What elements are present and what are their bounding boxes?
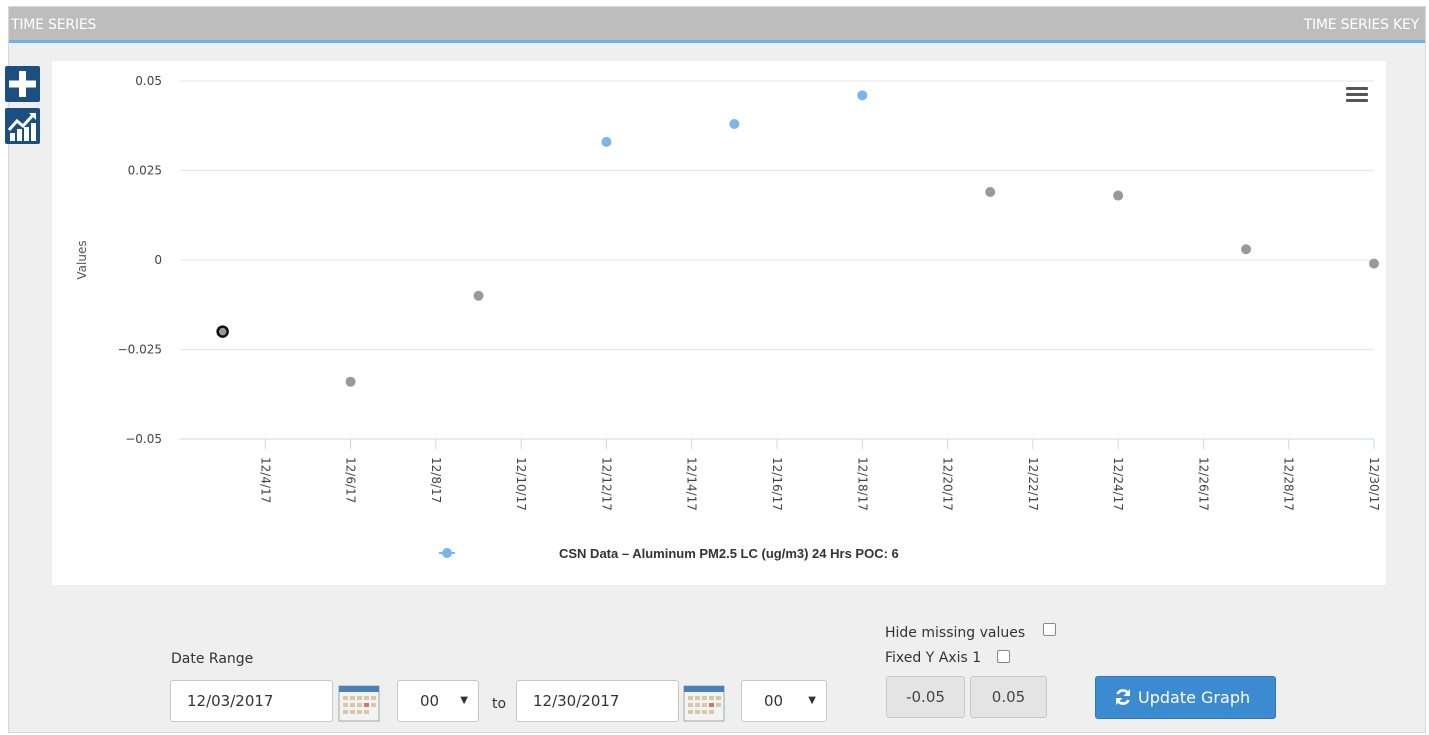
hide-missing-label: Hide missing values	[885, 625, 1026, 641]
panel-header: TIME SERIES TIME SERIES KEY	[9, 7, 1425, 43]
y-tick-label: −0.05	[125, 432, 162, 446]
chart-options-button[interactable]	[5, 108, 40, 144]
data-point	[473, 290, 484, 301]
x-tick-label: 12/22/17	[1026, 457, 1040, 511]
start-hour-select[interactable]: 00 ▼	[397, 680, 479, 722]
y-tick-label: 0.05	[135, 74, 162, 88]
data-point	[1369, 258, 1379, 269]
legend-label: CSN Data – Aluminum PM2.5 LC (ug/m3) 24 …	[559, 546, 899, 561]
x-tick-label: 12/26/17	[1196, 457, 1210, 511]
x-tick-label: 12/16/17	[770, 457, 784, 511]
data-point	[729, 118, 740, 129]
plus-icon	[9, 71, 36, 97]
to-label: to	[492, 696, 507, 712]
start-calendar-icon[interactable]	[338, 685, 380, 722]
date-range-label: Date Range	[171, 651, 254, 667]
update-graph-label: Update Graph	[1138, 688, 1251, 707]
y-tick-label: 0.025	[128, 164, 162, 178]
end-hour-select[interactable]: 00 ▼	[741, 680, 827, 722]
data-point	[345, 376, 356, 387]
refresh-icon	[1116, 689, 1130, 705]
x-tick-label: 12/12/17	[599, 457, 613, 511]
y-tick-label: 0	[154, 253, 162, 267]
chart-container: 0.05 0.025 0 −0.025 −0.05 Values 12/4/17 12/6/1…	[52, 61, 1386, 585]
start-hour-value: 00	[420, 692, 440, 710]
x-tick-label: 12/10/17	[514, 457, 528, 511]
x-tick-label: 12/8/17	[429, 457, 443, 503]
x-tick-label: 12/18/17	[855, 457, 869, 511]
x-tick-label: 12/24/17	[1111, 457, 1125, 511]
data-point	[857, 90, 868, 101]
chevron-down-icon: ▼	[460, 695, 468, 706]
y-tick-label: −0.025	[118, 343, 162, 357]
fixed-y-axis-checkbox[interactable]	[997, 650, 1010, 663]
x-tick-label: 12/20/17	[941, 457, 955, 511]
data-point	[601, 136, 612, 147]
hide-missing-checkbox[interactable]	[1043, 623, 1056, 636]
end-date-input[interactable]: 12/30/2017	[516, 680, 679, 722]
x-tick-label: 12/4/17	[258, 457, 272, 503]
end-calendar-icon[interactable]	[683, 685, 725, 722]
scatter-chart: 0.05 0.025 0 −0.025 −0.05 Values 12/4/17 12/6/1…	[75, 74, 1381, 561]
end-hour-value: 00	[764, 692, 784, 710]
x-tick-label: 12/30/17	[1367, 457, 1381, 511]
y-axis-title: Values	[75, 240, 89, 279]
y-max-input[interactable]: 0.05	[970, 676, 1047, 718]
time-series-key-title[interactable]: TIME SERIES KEY	[1304, 17, 1420, 33]
time-series-title: TIME SERIES	[11, 17, 97, 33]
legend-marker	[442, 548, 452, 558]
chart-menu-icon[interactable]	[1346, 87, 1368, 103]
add-series-button[interactable]	[5, 66, 40, 102]
start-date-input[interactable]: 12/03/2017	[170, 680, 333, 722]
x-tick-label: 12/6/17	[344, 457, 358, 503]
chart-trend-icon	[7, 113, 36, 141]
data-point	[1241, 244, 1252, 255]
x-tick-label: 12/28/17	[1282, 457, 1296, 511]
fixed-y-axis-label: Fixed Y Axis 1	[885, 650, 982, 666]
data-point-selected	[216, 325, 229, 338]
update-graph-button[interactable]: Update Graph	[1095, 676, 1276, 719]
y-min-input[interactable]: -0.05	[886, 676, 965, 718]
chevron-down-icon: ▼	[808, 695, 816, 706]
data-point	[1113, 190, 1124, 201]
data-point	[985, 186, 996, 197]
x-tick-label: 12/14/17	[685, 457, 699, 511]
